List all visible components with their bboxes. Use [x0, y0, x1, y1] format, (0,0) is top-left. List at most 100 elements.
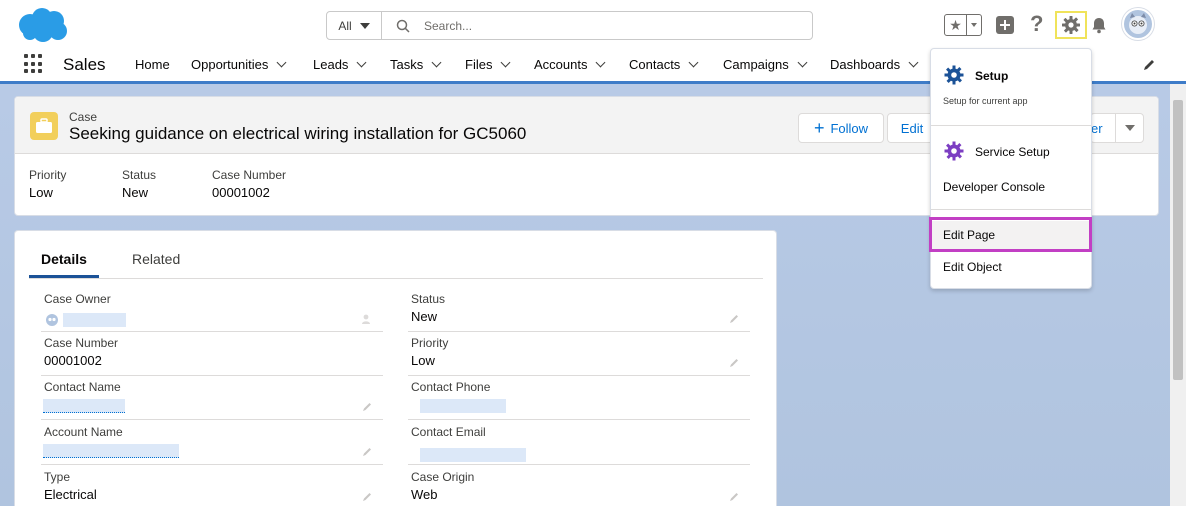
setup-gear-icon	[1062, 16, 1080, 34]
favorites-star-icon: ★	[945, 15, 967, 35]
edit-pencil-icon[interactable]	[728, 313, 740, 325]
edit-pencil-icon[interactable]	[361, 401, 373, 413]
menu-item-developer-console[interactable]: Developer Console	[931, 173, 1091, 203]
app-launcher-waffle-icon[interactable]	[24, 54, 44, 74]
nav-item-dashboards[interactable]: Dashboards	[830, 57, 919, 72]
record-action-button-partial[interactable]: er	[1090, 113, 1144, 143]
global-header: All ★ ?	[0, 0, 1186, 48]
field-label: Case Number	[44, 336, 119, 350]
chevron-down-icon[interactable]	[596, 57, 606, 68]
notifications-bell-icon[interactable]	[1090, 16, 1108, 34]
field-label: Account Name	[44, 425, 123, 439]
cloud-logo-icon[interactable]	[16, 7, 70, 43]
nav-item-label: Leads	[313, 57, 349, 72]
setup-dropdown-menu: Setup Setup for current app Service Setu…	[930, 48, 1092, 289]
nav-item-files[interactable]: Files	[465, 57, 511, 72]
nav-item-label: Opportunities	[191, 57, 269, 72]
nav-item-tasks[interactable]: Tasks	[390, 57, 442, 72]
help-question-icon[interactable]: ?	[1030, 11, 1043, 37]
favorites-dropdown-icon[interactable]	[967, 15, 981, 35]
edit-pencil-icon[interactable]	[361, 491, 373, 503]
global-actions-plus-icon[interactable]	[996, 16, 1014, 34]
highlight-case-number: Case Number 00001002	[212, 168, 286, 200]
nav-item-label: Contacts	[629, 57, 681, 72]
edit-pencil-icon[interactable]	[728, 491, 740, 503]
plus-icon: +	[813, 118, 825, 138]
field-value: 00001002	[44, 353, 102, 368]
search-input[interactable]	[424, 18, 784, 33]
nav-item-contacts[interactable]: Contacts	[629, 57, 699, 72]
chevron-down-icon[interactable]	[431, 57, 442, 68]
chevron-down-icon[interactable]	[908, 57, 919, 68]
highlight-priority: Priority Low	[29, 168, 66, 200]
nav-item-home[interactable]: Home	[135, 57, 170, 72]
edit-page-highlight-box	[929, 217, 1092, 252]
field-type: Type Electrical	[41, 467, 383, 506]
menu-item-label: Setup	[975, 69, 1009, 83]
chevron-down-icon[interactable]	[688, 57, 699, 68]
global-search: All	[326, 11, 813, 40]
nav-item-opportunities[interactable]: Opportunities	[191, 57, 287, 72]
user-avatar-icon[interactable]	[1122, 8, 1154, 40]
menu-divider	[931, 209, 1091, 210]
tab-related[interactable]: Related	[132, 251, 180, 267]
nav-item-label: Dashboards	[830, 57, 901, 72]
field-label: Case Origin	[411, 470, 475, 484]
active-tab-indicator	[29, 275, 99, 278]
search-scope-dropdown[interactable]: All	[327, 12, 382, 39]
field-value: Electrical	[44, 487, 97, 502]
setup-gear-button[interactable]	[1055, 11, 1087, 39]
follow-button-label: Follow	[830, 120, 869, 136]
field-label: Contact Email	[411, 425, 486, 439]
edit-nav-pencil-icon[interactable]	[1141, 57, 1157, 73]
chevron-down-icon[interactable]	[501, 57, 511, 68]
field-case-origin: Case Origin Web	[408, 467, 750, 506]
redacted-value	[43, 399, 125, 413]
chevron-down-icon[interactable]	[276, 57, 287, 68]
search-scope-label: All	[338, 18, 352, 33]
highlight-label: Priority	[29, 168, 67, 182]
menu-item-service-setup[interactable]: Service Setup	[931, 135, 1091, 171]
setup-gear-icon	[944, 65, 964, 85]
menu-item-setup[interactable]: Setup Setup for current app	[931, 49, 1091, 125]
edit-button-label: Edit	[900, 120, 924, 136]
nav-item-label: Home	[135, 57, 170, 72]
field-case-owner: Case Owner	[41, 289, 383, 332]
nav-item-label: Campaigns	[723, 57, 789, 72]
page-scrollbar-thumb[interactable]	[1173, 100, 1183, 380]
nav-item-leads[interactable]: Leads	[313, 57, 367, 72]
field-contact-phone: Contact Phone	[408, 377, 750, 420]
field-status: Status New	[408, 289, 750, 332]
field-priority: Priority Low	[408, 333, 750, 376]
nav-item-label: Files	[465, 57, 493, 72]
nav-item-campaigns[interactable]: Campaigns	[723, 57, 808, 72]
follow-button[interactable]: + Follow	[798, 113, 884, 143]
app-name: Sales	[63, 55, 106, 74]
chevron-down-icon[interactable]	[356, 57, 367, 68]
highlight-status: Status New	[122, 168, 156, 200]
highlight-value: 00001002	[212, 185, 270, 200]
tab-details[interactable]: Details	[41, 251, 87, 267]
field-value: New	[411, 309, 438, 324]
menu-item-edit-object[interactable]: Edit Object	[931, 254, 1091, 284]
edit-pencil-icon[interactable]	[361, 446, 373, 458]
change-owner-icon[interactable]	[361, 313, 373, 325]
redacted-value	[420, 399, 506, 413]
favorites-button[interactable]: ★	[944, 14, 982, 36]
case-briefcase-icon	[30, 112, 58, 140]
nav-item-label: Accounts	[534, 57, 588, 72]
record-object-label: Case	[69, 110, 98, 124]
edit-pencil-icon[interactable]	[728, 357, 740, 369]
details-card: Details Related Case Owner Case Number 0…	[14, 230, 777, 506]
nav-item-accounts[interactable]: Accounts	[534, 57, 606, 72]
menu-item-sublabel: Setup for current app	[943, 96, 1028, 106]
search-icon	[396, 19, 410, 33]
field-contact-name: Contact Name	[41, 377, 383, 420]
more-actions-dropdown-icon[interactable]	[1115, 114, 1143, 142]
field-value: Low	[411, 353, 435, 368]
service-setup-gear-icon	[944, 141, 964, 161]
caret-down-icon	[359, 22, 370, 29]
chevron-down-icon[interactable]	[797, 57, 808, 68]
redacted-value	[63, 313, 126, 327]
record-action-label: er	[1091, 121, 1103, 136]
